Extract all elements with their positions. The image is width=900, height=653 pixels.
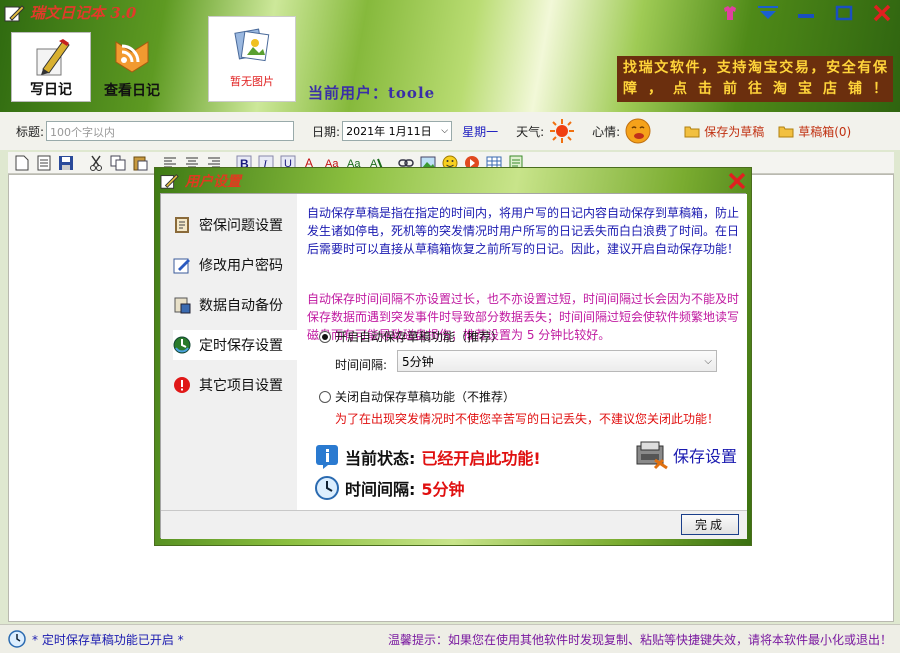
save-as-draft-label: 保存为草稿 <box>704 124 765 139</box>
current-user: 当前用户：toole <box>308 84 436 102</box>
picture-icon <box>234 28 270 62</box>
chevron-down-icon: ⌵ <box>441 126 449 136</box>
clock-icon <box>315 476 339 500</box>
interval-state-value: 5分钟 <box>421 480 465 499</box>
nav-auto-backup[interactable]: 数据自动备份 <box>173 290 297 320</box>
status-bar: * 定时保存草稿功能已开启 * 温馨提示：如果您在使用其他软件时发现复制、粘贴等… <box>0 624 900 653</box>
dialog-body: 密保问题设置 修改用户密码 数据自动备份 定时保存设置 其它项目设置 自动保存草… <box>160 193 747 539</box>
done-button[interactable]: 完成 <box>681 514 739 535</box>
folder-icon <box>684 126 700 138</box>
radio-disable-label: 关闭自动保存草稿功能（不推荐） <box>335 390 516 404</box>
nav-other-settings[interactable]: 其它项目设置 <box>173 370 297 400</box>
rss-book-icon <box>115 41 149 73</box>
sun-weather-icon[interactable] <box>548 117 576 145</box>
draft-box-button[interactable]: 草稿箱(0) <box>778 123 851 140</box>
nav-label: 数据自动备份 <box>199 298 283 314</box>
nav-label: 其它项目设置 <box>199 378 283 394</box>
radio-button-unchecked[interactable] <box>319 390 331 403</box>
pen-icon <box>36 39 70 76</box>
save-icon[interactable] <box>56 154 76 172</box>
interval-select-value: 5分钟 <box>402 354 434 369</box>
nav-security-question[interactable]: 密保问题设置 <box>173 210 297 240</box>
photo-caption: 暂无图片 <box>230 75 274 88</box>
status-left: * 定时保存草稿功能已开启 * <box>8 630 184 648</box>
dropdown-arrow-icon[interactable] <box>756 2 780 24</box>
app-title: 瑞文日记本 3.0 <box>30 4 137 22</box>
nav-change-password[interactable]: 修改用户密码 <box>173 250 297 280</box>
clock-status-icon <box>8 630 26 648</box>
view-diary-label: 查看日记 <box>104 83 160 99</box>
interval-select[interactable]: 5分钟 ⌵ <box>397 350 717 372</box>
date-label: 日期: <box>312 124 341 139</box>
paste-icon[interactable] <box>130 154 150 172</box>
view-diary-button[interactable]: 查看日记 <box>92 32 172 102</box>
interval-state-row: 时间间隔: 5分钟 <box>315 476 465 500</box>
photo-placeholder[interactable]: 暂无图片 <box>208 16 296 102</box>
write-diary-label: 写日记 <box>30 82 72 98</box>
nav-label: 密保问题设置 <box>199 218 283 234</box>
current-state-row: 当前状态: 已经开启此功能! <box>315 444 541 470</box>
nav-timed-save[interactable]: 定时保存设置 <box>173 330 297 360</box>
date-picker[interactable]: 2021年 1月11日 ⌵ <box>342 121 453 141</box>
close-icon[interactable] <box>870 2 894 24</box>
user-settings-dialog: 用户设置 密保问题设置 修改用户密码 数据自动备份 定时保存设置 其它项目设置 … <box>154 167 752 546</box>
diary-form-row: 标题: 100个字以内 日期: 2021年 1月11日 ⌵ 星期一 天气: 心情… <box>0 112 900 150</box>
date-value: 2021年 1月11日 <box>346 125 432 138</box>
dialog-title-bar[interactable]: 用户设置 <box>159 171 241 191</box>
cut-icon[interactable] <box>86 154 106 172</box>
edit-password-icon <box>173 258 190 274</box>
title-label: 标题: <box>16 124 45 139</box>
taobao-link[interactable]: 找瑞文软件，支持淘宝交易，安全有保障，点击前往淘宝店铺！ <box>617 56 893 102</box>
maximize-icon[interactable] <box>832 2 856 24</box>
app-logo-icon <box>4 4 25 21</box>
window-controls <box>718 2 894 24</box>
save-settings-button[interactable]: 保存设置 <box>635 440 737 470</box>
chevron-down-icon: ⌵ <box>704 355 712 367</box>
title-input[interactable]: 100个字以内 <box>46 121 295 141</box>
description-blue: 自动保存草稿是指在指定的时间内，将用户写的日记内容自动保存到草稿箱，防止发生诸如… <box>307 206 740 256</box>
info-icon <box>316 445 338 469</box>
draft-box-label: 草稿箱(0) <box>798 124 852 139</box>
save-as-draft-button[interactable]: 保存为草稿 <box>684 123 764 140</box>
list-document-icon[interactable] <box>34 154 54 172</box>
mood-label: 心情: <box>592 124 621 139</box>
mood-emoji-icon[interactable] <box>624 117 652 145</box>
header-banner: 瑞文日记本 3.0 写日记 查看日记 暂无图片 当前用户：toole 找瑞文软件… <box>0 0 900 112</box>
copy-icon[interactable] <box>108 154 128 172</box>
radio-disable-autosave[interactable]: 关闭自动保存草稿功能（不推荐） <box>319 388 515 405</box>
nav-label: 定时保存设置 <box>199 338 283 354</box>
dialog-title: 用户设置 <box>185 174 241 190</box>
skin-icon[interactable] <box>718 2 742 24</box>
save-settings-icon <box>636 441 668 470</box>
timed-save-panel: 自动保存草稿是指在指定的时间内，将用户写的日记内容自动保存到草稿箱，防止发生诸如… <box>297 194 747 510</box>
status-tip: 温馨提示：如果您在使用其他软件时发现复制、粘贴等快捷键失效，请将本软件最小化或退… <box>387 632 892 647</box>
security-question-icon <box>175 217 189 233</box>
radio-button-checked[interactable] <box>319 330 331 343</box>
state-label: 当前状态: <box>345 449 416 468</box>
write-diary-button[interactable]: 写日记 <box>11 32 91 102</box>
weather-label: 天气: <box>516 124 545 139</box>
settings-nav: 密保问题设置 修改用户密码 数据自动备份 定时保存设置 其它项目设置 <box>161 194 297 510</box>
new-document-icon[interactable] <box>12 154 32 172</box>
state-value: 已经开启此功能! <box>421 449 541 468</box>
weekday-label: 星期一 <box>462 124 499 139</box>
minimize-icon[interactable] <box>794 2 818 24</box>
dialog-logo-icon <box>160 174 179 189</box>
dialog-footer: 完成 <box>161 510 747 539</box>
app-title-bar: 瑞文日记本 3.0 <box>4 2 136 23</box>
status-autosave-text: * 定时保存草稿功能已开启 * <box>32 632 184 647</box>
interval-state-label: 时间间隔: <box>345 480 416 499</box>
nav-label: 修改用户密码 <box>199 258 283 274</box>
save-settings-label: 保存设置 <box>673 447 738 466</box>
folder-icon <box>778 126 794 138</box>
radio-enable-label: 开启自动保存草稿功能（推荐） <box>335 330 504 344</box>
dialog-close-icon[interactable] <box>727 171 747 191</box>
interval-label: 时间间隔: <box>335 358 388 372</box>
backup-icon <box>174 297 191 314</box>
disable-warning: 为了在出现突发情况时不使您辛苦写的日记丢失，不建议您关闭此功能！ <box>335 412 720 426</box>
info-alert-icon <box>174 377 190 393</box>
timed-save-icon <box>173 336 191 354</box>
radio-enable-autosave[interactable]: 开启自动保存草稿功能（推荐） <box>319 328 503 345</box>
